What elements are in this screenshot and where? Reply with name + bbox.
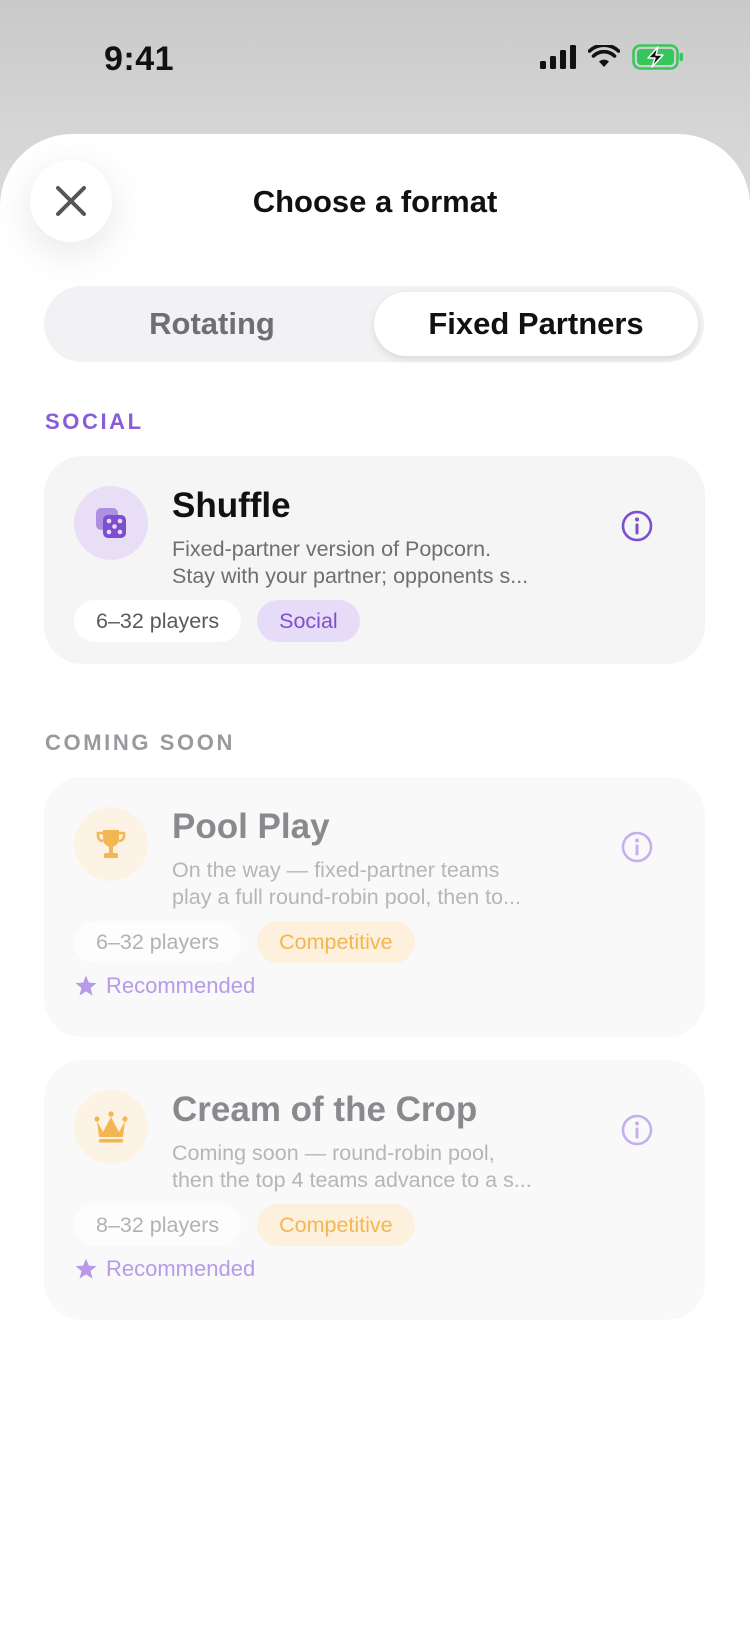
format-chips: 8–32 players Competitive [74, 1204, 415, 1246]
battery-charging-icon [632, 44, 683, 70]
players-badge: 6–32 players [74, 600, 242, 642]
players-badge: 6–32 players [74, 921, 242, 963]
recommended-badge: Recommended [74, 973, 255, 999]
star-icon [75, 975, 97, 996]
page-title: Choose a format [252, 184, 498, 219]
info-icon[interactable] [621, 510, 653, 542]
format-icon [74, 486, 148, 560]
cellular-signal-icon [540, 45, 576, 69]
star-icon [75, 1258, 97, 1279]
format-chips: 6–32 players Social [74, 600, 360, 642]
recommended-label: Recommended [106, 973, 256, 998]
format-card-cream-of-the-crop: Cream of the Crop Coming soon — round-ro… [44, 1060, 705, 1320]
format-description-line: Stay with your partner; opponents s... [172, 564, 529, 588]
format-description-line: play a full round-robin pool, then to... [172, 885, 521, 909]
section-label-coming-soon: COMING SOON [45, 730, 235, 755]
tab-rotating[interactable]: Rotating [50, 292, 374, 356]
format-description-line: On the way — fixed-partner teams [172, 858, 500, 882]
recommended-label: Recommended [106, 1256, 256, 1281]
format-icon [74, 1090, 148, 1164]
crown-icon [94, 1111, 128, 1143]
format-icon [74, 807, 148, 881]
format-description-line: Fixed-partner version of Popcorn. [172, 537, 492, 561]
category-badge: Competitive [257, 1204, 415, 1246]
section-label-social: SOCIAL [45, 409, 144, 434]
format-title: Cream of the Crop [172, 1090, 478, 1129]
wifi-icon [588, 45, 620, 67]
recommended-badge: Recommended [74, 1256, 255, 1282]
trophy-icon [96, 830, 126, 858]
format-title: Shuffle [172, 486, 291, 525]
format-description: On the way — fixed-partner teams play a … [172, 857, 592, 911]
status-bar: 9:41 [0, 0, 750, 120]
format-description-line: then the top 4 teams advance to a s... [172, 1168, 532, 1192]
tab-fixed-partners[interactable]: Fixed Partners [374, 292, 698, 356]
format-description: Fixed-partner version of Popcorn. Stay w… [172, 536, 592, 590]
dice-icon [96, 508, 126, 538]
format-card-shuffle[interactable]: Shuffle Fixed-partner version of Popcorn… [44, 456, 705, 664]
format-title: Pool Play [172, 807, 330, 846]
status-icons [540, 44, 684, 70]
format-chips: 6–32 players Competitive [74, 921, 415, 963]
format-sheet: Choose a format Rotating Fixed Partners … [0, 134, 750, 1631]
status-time: 9:41 [104, 40, 175, 78]
players-badge: 8–32 players [74, 1204, 242, 1246]
category-badge: Social [257, 600, 360, 642]
format-description: Coming soon — round-robin pool, then the… [172, 1140, 592, 1194]
info-icon[interactable] [621, 1114, 653, 1146]
format-description-line: Coming soon — round-robin pool, [172, 1141, 495, 1165]
format-card-pool-play: Pool Play On the way — fixed-partner tea… [44, 777, 705, 1037]
category-badge: Competitive [257, 921, 415, 963]
info-icon[interactable] [621, 831, 653, 863]
format-type-segmented-control: Rotating Fixed Partners [44, 286, 704, 362]
